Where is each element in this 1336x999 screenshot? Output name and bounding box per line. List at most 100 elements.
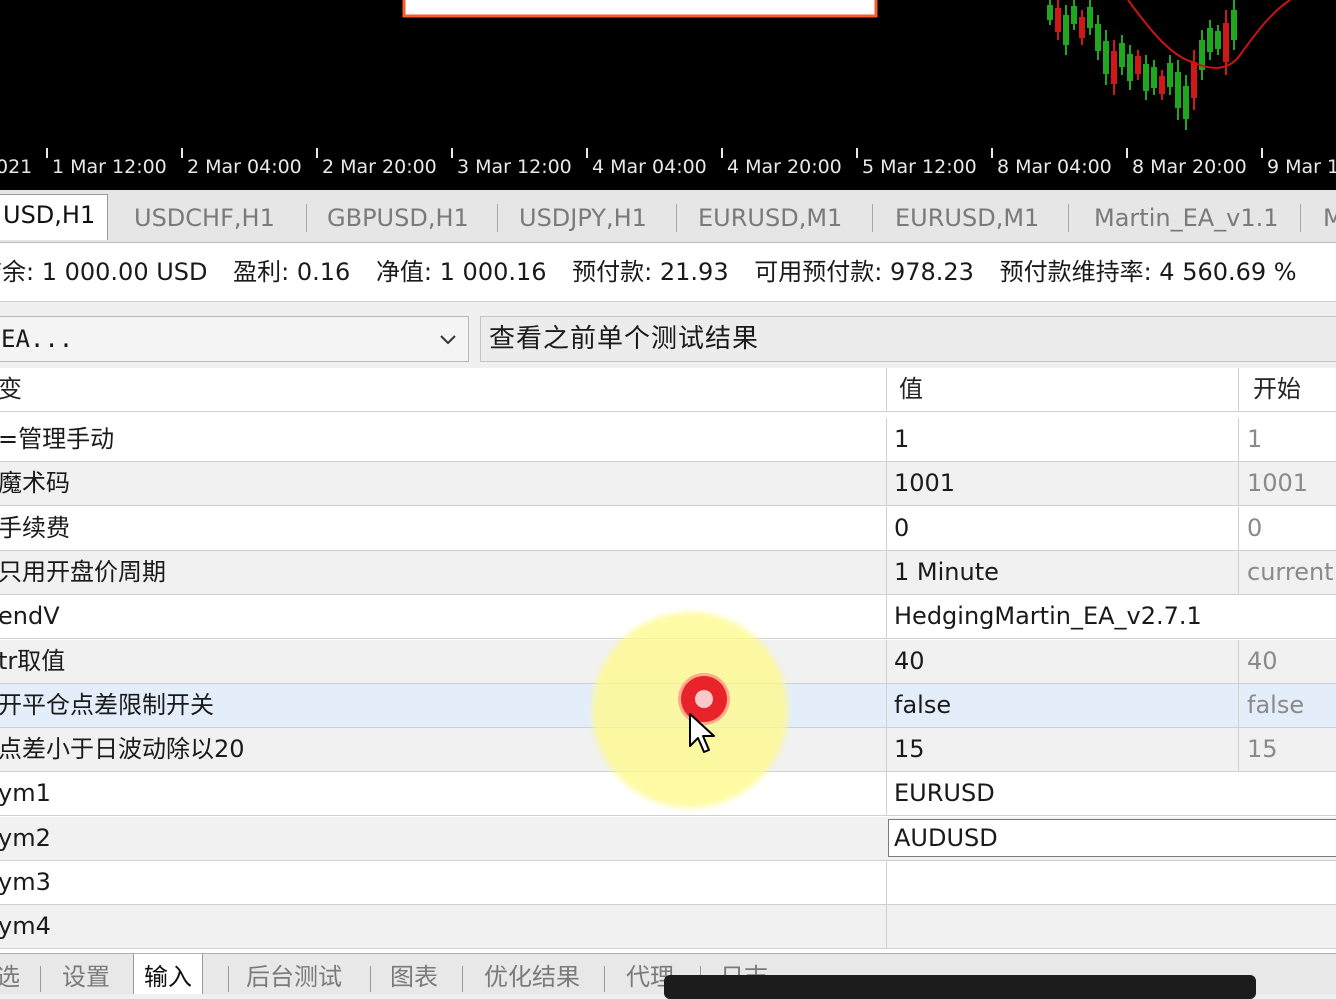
- candle-body: [1167, 63, 1173, 87]
- tester-tab[interactable]: 图表: [390, 960, 438, 994]
- tab-separator: [497, 204, 498, 232]
- account-margin-level: 预付款维持率: 4 560.69 %: [999, 258, 1297, 286]
- account-profit: 盈利: 0.16: [233, 258, 351, 286]
- tab-separator: [40, 966, 41, 992]
- parameter-value[interactable]: 0: [886, 506, 1236, 550]
- candle-body: [1159, 76, 1165, 94]
- parameter-name: 只用开盘价周期: [0, 557, 166, 586]
- candle-body: [1119, 43, 1125, 67]
- time-axis-label: 8 Mar 20:00: [1132, 156, 1247, 178]
- parameter-row[interactable]: 手续费 0 0: [0, 506, 1336, 551]
- tester-tab[interactable]: 后台测试: [246, 960, 342, 994]
- parameter-row[interactable]: =管理手动 1 1: [0, 418, 1336, 462]
- candle-body: [1087, 7, 1093, 28]
- time-axis-tick: [451, 148, 453, 158]
- parameter-row[interactable]: 只用开盘价周期 1 Minute current: [0, 550, 1336, 595]
- candle-body: [1175, 72, 1181, 108]
- candle-body: [1127, 54, 1133, 81]
- parameter-row[interactable]: ym4: [0, 905, 1336, 950]
- parameter-start[interactable]: 40: [1238, 639, 1336, 683]
- chart-tab[interactable]: EURUSD,M1: [698, 198, 842, 238]
- tab-separator: [676, 204, 677, 232]
- time-axis-tick: [721, 148, 723, 158]
- parameter-value[interactable]: 15: [886, 728, 1236, 772]
- time-axis-tick: [1261, 148, 1263, 158]
- chart-tab[interactable]: USD,H1: [0, 194, 108, 240]
- candle-body: [1151, 67, 1157, 88]
- parameter-value[interactable]: [886, 905, 1336, 949]
- parameter-start[interactable]: 1: [1238, 418, 1336, 461]
- account-status-line: 结余: 1 000.00 USD 盈利: 0.16 净值: 1 000.16 预…: [0, 243, 1336, 302]
- tab-separator: [462, 966, 463, 992]
- parameter-value[interactable]: 1001: [886, 462, 1236, 506]
- previous-results-button[interactable]: 查看之前单个测试结果: [480, 316, 1336, 362]
- tab-separator: [604, 966, 605, 992]
- time-axis-label: 1 Mar 12:00: [52, 156, 167, 178]
- tester-tab[interactable]: 选: [0, 960, 20, 994]
- parameter-name: ym3: [0, 868, 51, 896]
- parameter-name: =管理手动: [0, 425, 115, 453]
- candle-body: [1191, 62, 1197, 98]
- price-chart[interactable]: [0, 0, 1336, 148]
- parameter-name: ym2: [0, 823, 51, 852]
- parameter-start[interactable]: 0: [1238, 506, 1336, 550]
- chart-tab[interactable]: EURUSD,M1: [895, 198, 1039, 238]
- chart-tab[interactable]: M: [1323, 198, 1336, 238]
- candle-body: [1231, 10, 1237, 40]
- parameter-value[interactable]: 40: [886, 639, 1236, 683]
- column-header-value[interactable]: 值: [886, 368, 1236, 411]
- time-axis-label: 8 Mar 04:00: [997, 156, 1112, 178]
- parameter-value-editor[interactable]: AUDUSD: [888, 818, 1336, 857]
- time-axis-label: 021: [0, 156, 33, 178]
- parameter-start[interactable]: current: [1238, 550, 1336, 594]
- overlay-bar: [664, 975, 1256, 999]
- previous-results-label: 查看之前单个测试结果: [489, 324, 760, 354]
- time-axis-label: 2 Mar 20:00: [322, 156, 437, 178]
- account-balance: 结余: 1 000.00 USD: [0, 258, 208, 286]
- candle-body: [1063, 15, 1069, 45]
- tester-tab[interactable]: 设置: [62, 960, 110, 994]
- account-free-margin: 可用预付款: 978.23: [754, 258, 974, 286]
- grid-header: 变 值 开始: [0, 368, 1336, 412]
- parameter-row[interactable]: ym2 AUDUSD: [0, 816, 1336, 861]
- candle-body: [1207, 28, 1213, 52]
- tester-tab[interactable]: 优化结果: [484, 960, 580, 994]
- chart-tab[interactable]: USDCHF,H1: [134, 198, 275, 238]
- parameter-value[interactable]: 1 Minute: [886, 550, 1236, 594]
- column-header-name[interactable]: 变: [0, 368, 882, 411]
- ea-dropdown[interactable]: EA...: [0, 316, 469, 362]
- time-axis-label: 2 Mar 04:00: [187, 156, 302, 178]
- parameter-value[interactable]: HedgingMartin_EA_v2.7.1: [886, 595, 1336, 639]
- time-axis-tick: [1126, 148, 1128, 158]
- candle-body: [1071, 6, 1077, 24]
- time-axis-tick: [856, 148, 858, 158]
- parameter-start[interactable]: false: [1238, 683, 1336, 727]
- mouse-pointer-icon: [689, 713, 715, 753]
- parameter-start[interactable]: 1001: [1238, 462, 1336, 506]
- chevron-down-icon: [440, 335, 456, 345]
- parameter-value[interactable]: [886, 861, 1336, 904]
- time-axis-tick: [46, 148, 48, 158]
- tester-tab[interactable]: 输入: [133, 954, 203, 994]
- parameter-value[interactable]: 1: [886, 418, 1236, 461]
- time-axis-label: 4 Mar 20:00: [727, 156, 842, 178]
- column-header-start[interactable]: 开始: [1238, 368, 1336, 411]
- parameter-value[interactable]: EURUSD: [886, 772, 1336, 816]
- candle-body: [1095, 24, 1101, 51]
- candle-body: [1047, 5, 1053, 20]
- time-axis: 021 1 Mar 12:00 2 Mar 04:00 2 Mar 20:00 3 Ma…: [0, 148, 1336, 190]
- chart-tab[interactable]: Martin_EA_v1.1: [1094, 198, 1279, 238]
- parameter-row[interactable]: ym3: [0, 861, 1336, 905]
- time-axis-label: 5 Mar 12:00: [862, 156, 977, 178]
- parameter-value[interactable]: false: [886, 683, 1236, 727]
- tab-separator: [872, 204, 873, 232]
- time-axis-tick: [316, 148, 318, 158]
- chart-tab[interactable]: GBPUSD,H1: [327, 198, 469, 238]
- chart-tab[interactable]: USDJPY,H1: [519, 198, 647, 238]
- account-margin: 预付款: 21.93: [572, 258, 729, 286]
- candle-body: [1103, 41, 1109, 74]
- parameter-start[interactable]: 15: [1238, 728, 1336, 772]
- candle-body: [1079, 17, 1085, 38]
- parameter-row[interactable]: 魔术码 1001 1001: [0, 462, 1336, 507]
- parameter-name: 魔术码: [0, 469, 70, 498]
